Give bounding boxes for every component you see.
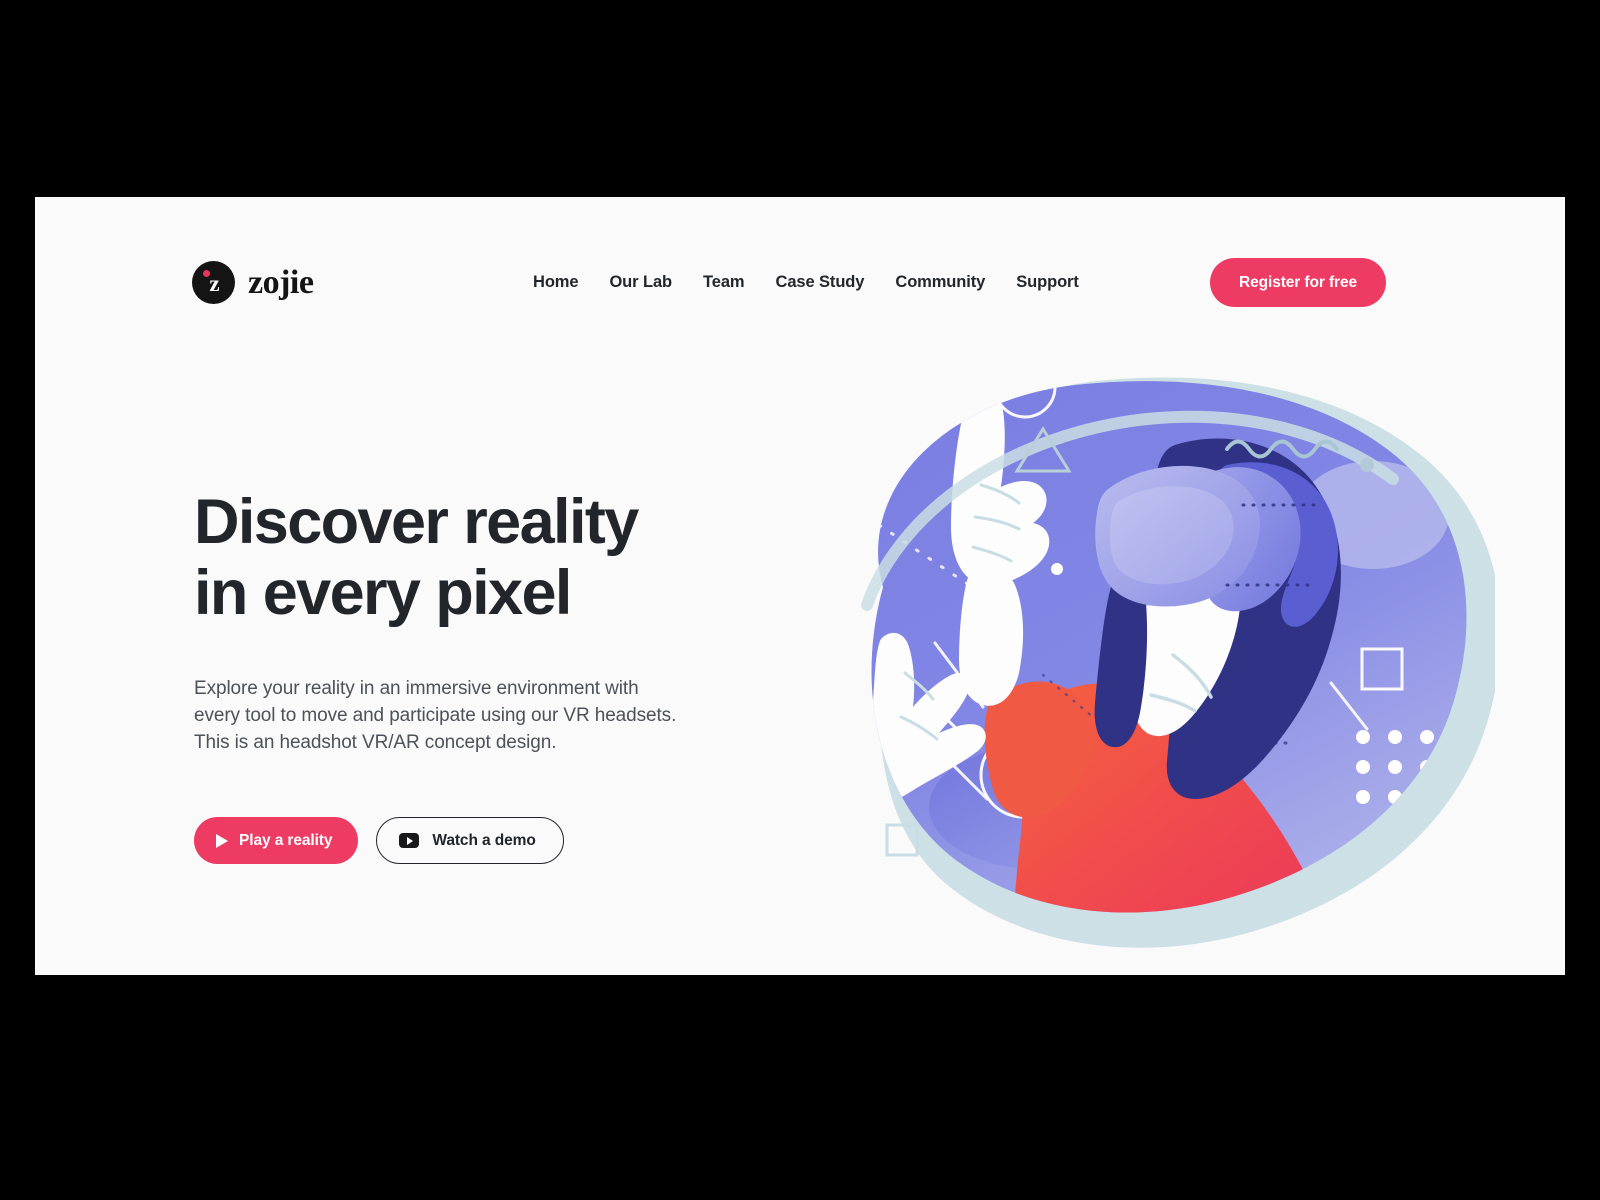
nav-item-home[interactable]: Home <box>533 273 579 292</box>
hero-description: Explore your reality in an immersive env… <box>194 678 677 754</box>
headline-line-1: Discover reality <box>194 487 639 557</box>
page-root: z zojie Home Our Lab Team Case Study Com… <box>0 0 1600 1200</box>
nav-item-case-study[interactable]: Case Study <box>776 273 865 292</box>
nav-item-support[interactable]: Support <box>1016 273 1079 292</box>
hero-card: z zojie Home Our Lab Team Case Study Com… <box>35 197 1565 975</box>
figure-forearm <box>959 565 1024 706</box>
nav-item-our-lab[interactable]: Our Lab <box>609 273 672 292</box>
logo-glyph: z <box>209 271 220 296</box>
play-a-reality-label: Play a reality <box>239 831 333 849</box>
nav-item-team[interactable]: Team <box>703 273 745 292</box>
register-for-free-button[interactable]: Register for free <box>1210 258 1387 307</box>
decor-dot-topright <box>1360 458 1374 472</box>
brand-name: zojie <box>248 263 314 301</box>
zojie-logo-icon: z <box>192 261 235 304</box>
play-triangle-icon <box>216 833 228 848</box>
play-a-reality-button[interactable]: Play a reality <box>194 817 359 864</box>
main-navigation: Home Our Lab Team Case Study Community S… <box>533 273 1079 292</box>
hero-cta-row: Play a reality Watch a demo <box>194 817 564 864</box>
hero-text-block: Discover reality in every pixel Explore … <box>194 487 694 757</box>
watch-a-demo-button[interactable]: Watch a demo <box>376 817 564 864</box>
vr-headset-woman-illustration <box>775 337 1495 957</box>
nav-item-community[interactable]: Community <box>895 273 985 292</box>
logo-accent-dot-icon <box>203 270 210 277</box>
youtube-play-icon <box>399 833 420 848</box>
page-title: Discover reality in every pixel <box>194 487 694 628</box>
watch-a-demo-label: Watch a demo <box>432 831 536 849</box>
brand-logo[interactable]: z zojie <box>192 261 314 304</box>
headline-line-2: in every pixel <box>194 557 572 628</box>
